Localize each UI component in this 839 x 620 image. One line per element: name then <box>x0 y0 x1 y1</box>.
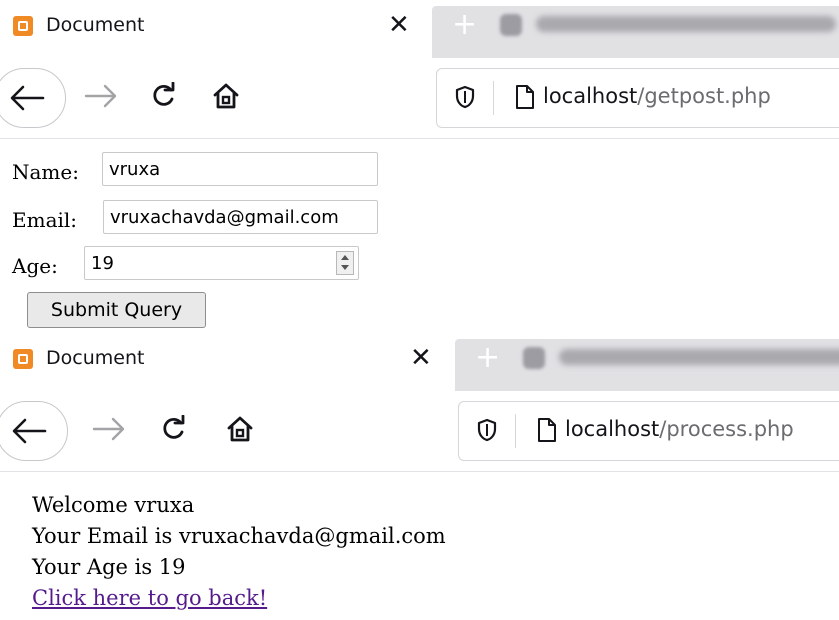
name-label: Name: <box>12 160 79 184</box>
tab-background[interactable]: + <box>455 339 839 391</box>
tab-bar: Document ✕ + <box>0 0 839 58</box>
browser-window-form: Document ✕ + localhost/getpost.php Name:… <box>0 0 839 333</box>
arrow-right-icon[interactable] <box>92 417 126 441</box>
reload-icon[interactable] <box>150 82 178 110</box>
tab-document[interactable]: Document ✕ <box>0 0 432 58</box>
url-path: /getpost.php <box>637 84 771 108</box>
email-line: Your Email is vruxachavda@gmail.com <box>32 524 446 548</box>
tab-title: Document <box>46 14 145 36</box>
stepper-up-icon[interactable] <box>341 255 349 260</box>
page-icon[interactable] <box>515 84 535 110</box>
age-input[interactable] <box>84 246 359 280</box>
home-icon[interactable] <box>212 82 240 110</box>
nav-toolbar: localhost/getpost.php <box>0 58 839 139</box>
age-line: Your Age is 19 <box>32 555 186 579</box>
plus-icon[interactable]: + <box>475 342 500 374</box>
blurred-favicon-icon <box>500 14 522 36</box>
back-link[interactable]: Click here to go back! <box>32 586 267 610</box>
reload-icon[interactable] <box>160 415 188 443</box>
url-text[interactable]: localhost/process.php <box>565 417 794 441</box>
blurred-favicon-icon <box>523 347 545 369</box>
xampp-favicon-icon <box>13 16 33 36</box>
url-host: localhost <box>565 417 660 441</box>
stepper-down-icon[interactable] <box>341 265 349 270</box>
arrow-left-icon <box>12 418 47 444</box>
url-separator <box>493 81 494 115</box>
close-icon[interactable]: ✕ <box>388 10 410 40</box>
page-icon[interactable] <box>537 417 557 443</box>
name-input[interactable] <box>102 152 378 186</box>
url-path: /process.php <box>659 417 794 441</box>
tab-title: Document <box>46 347 145 369</box>
browser-window-result: Document ✕ + localhost/process.php Welco… <box>0 333 839 620</box>
xampp-favicon-icon <box>13 349 33 369</box>
tab-bar: Document ✕ + <box>0 333 839 391</box>
back-button[interactable] <box>0 68 66 128</box>
home-icon[interactable] <box>226 415 254 443</box>
nav-toolbar: localhost/process.php <box>0 391 839 472</box>
arrow-right-icon[interactable] <box>84 84 118 108</box>
email-input[interactable] <box>103 200 378 234</box>
url-text[interactable]: localhost/getpost.php <box>543 84 771 108</box>
result-text: Welcome vruxa Your Email is vruxachavda@… <box>32 490 446 614</box>
tab-document[interactable]: Document ✕ <box>0 333 455 391</box>
url-host: localhost <box>543 84 638 108</box>
email-label: Email: <box>12 208 78 232</box>
plus-icon[interactable]: + <box>452 9 477 41</box>
age-stepper[interactable] <box>336 251 354 275</box>
back-button[interactable] <box>0 401 68 461</box>
blurred-tab-title <box>536 16 836 32</box>
url-separator <box>515 414 516 448</box>
url-bar[interactable]: localhost/process.php <box>458 401 839 461</box>
url-bar[interactable]: localhost/getpost.php <box>436 68 839 128</box>
welcome-line: Welcome vruxa <box>32 493 195 517</box>
tab-background[interactable]: + <box>432 6 839 58</box>
shield-icon[interactable] <box>477 418 497 442</box>
age-label: Age: <box>12 254 58 278</box>
shield-icon[interactable] <box>455 85 475 109</box>
close-icon[interactable]: ✕ <box>410 343 432 373</box>
arrow-left-icon <box>10 85 45 111</box>
submit-button[interactable]: Submit Query <box>27 292 206 328</box>
blurred-tab-title <box>559 349 839 365</box>
